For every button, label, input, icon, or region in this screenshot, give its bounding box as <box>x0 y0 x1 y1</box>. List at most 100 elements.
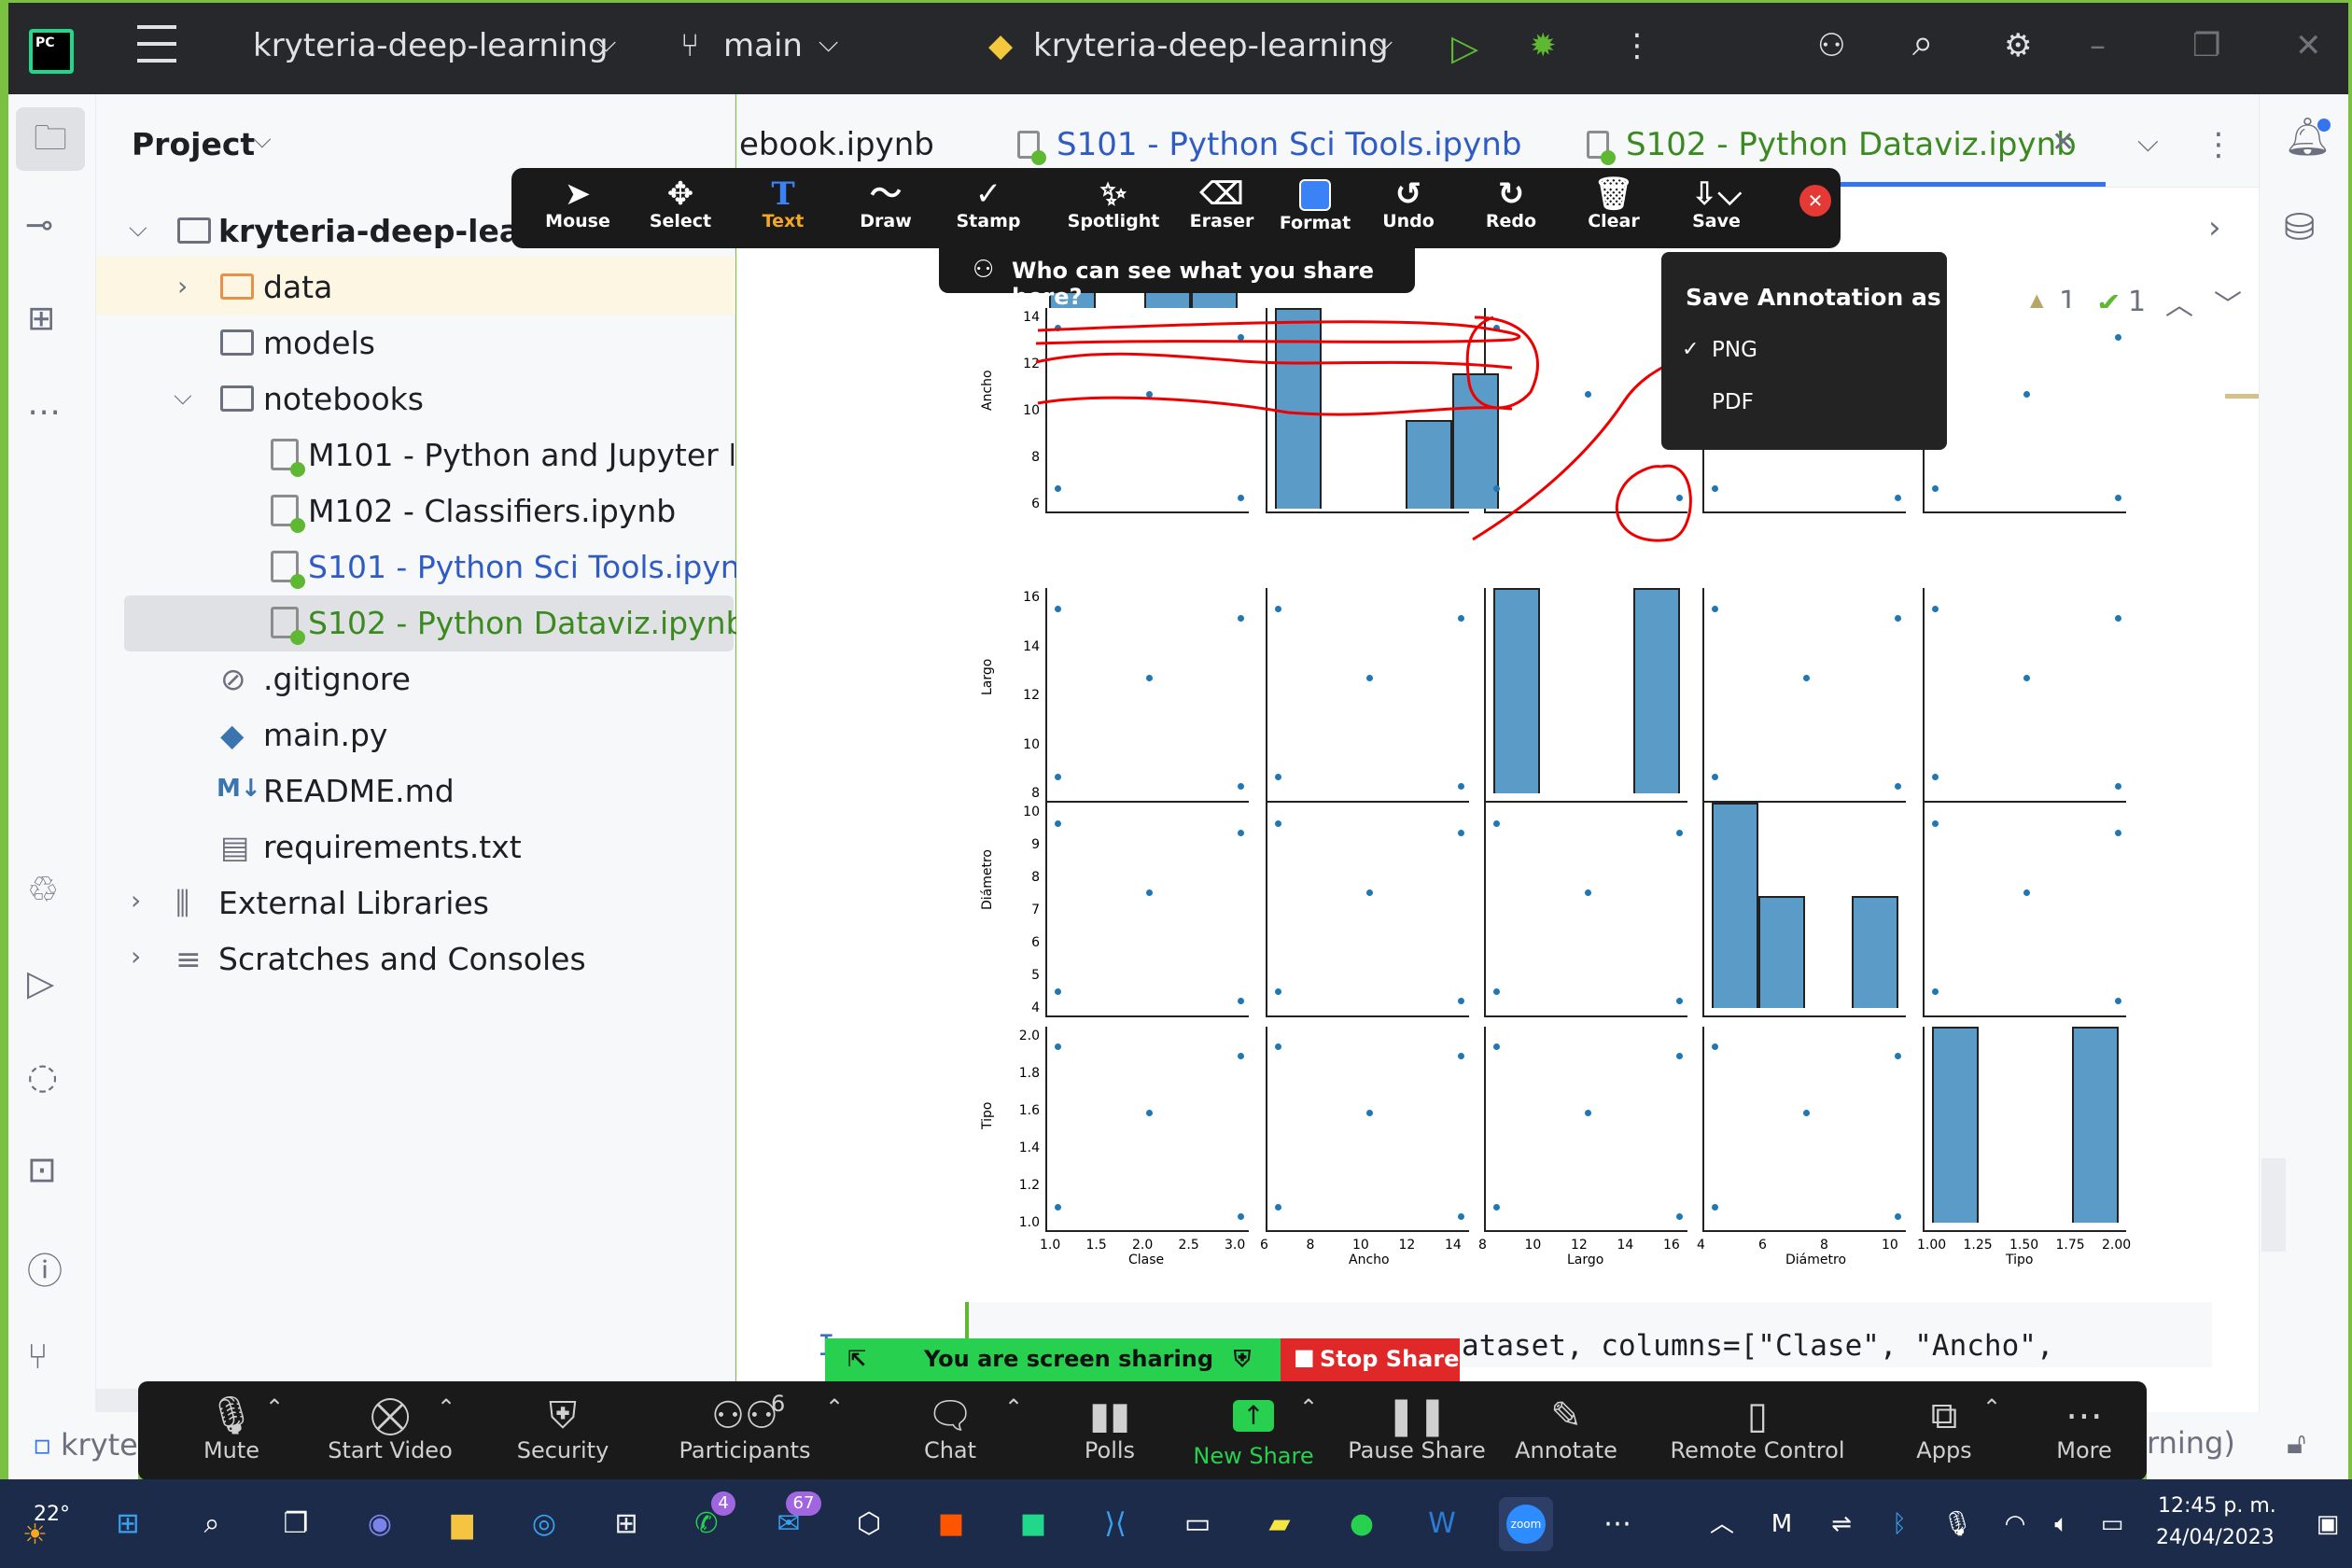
tree-item-gitignore[interactable]: .gitignore <box>263 661 411 697</box>
terminal-taskbar-icon[interactable]: ▭ <box>1170 1497 1225 1551</box>
code-text[interactable]: ataset, columns=["Clase", "Ancho", <box>1462 1329 2054 1363</box>
tool-draw[interactable]: 〜 Draw <box>844 177 928 231</box>
problems-icon[interactable]: ⓘ <box>27 1242 63 1294</box>
pause-share-button[interactable]: ❚❚ Pause Share <box>1342 1394 1491 1463</box>
sticky-notes-icon[interactable]: ▰ <box>1253 1497 1307 1551</box>
chat-button[interactable]: 🗨︎ Chat <box>885 1394 1015 1463</box>
tree-item-external-libraries[interactable]: External Libraries <box>218 885 489 921</box>
chevron-up-icon[interactable]: ⌃ <box>265 1394 284 1421</box>
apps-button[interactable]: ⧉ Apps <box>1893 1394 1995 1463</box>
chevron-up-icon[interactable]: ⌃ <box>437 1394 455 1421</box>
tool-clear[interactable]: 🗑︎ Clear <box>1572 177 1656 231</box>
tray-settings-icon[interactable]: ⇌ <box>1814 1497 1869 1551</box>
tab-s102[interactable]: S102 - Python Dataviz.ipynb <box>1626 126 2077 163</box>
word-icon[interactable]: W <box>1415 1497 1469 1551</box>
tool-eraser[interactable]: ⌫ Eraser <box>1180 177 1264 231</box>
database-icon[interactable]: ⛁ <box>2284 206 2316 249</box>
tree-item-s102[interactable]: S102 - Python Dataviz.ipynb <box>308 605 746 641</box>
project-panel-title[interactable]: Project <box>132 126 255 162</box>
minimize-icon[interactable]: – <box>2090 27 2106 64</box>
structure-tool-icon[interactable]: ⊞ <box>27 300 55 338</box>
tree-item-readme[interactable]: README.md <box>263 773 455 809</box>
chevron-down-icon[interactable]: ﹀ <box>2214 282 2242 323</box>
pycharm-taskbar-icon[interactable]: ■ <box>1006 1497 1060 1551</box>
editor-scrollbar[interactable] <box>2261 1158 2286 1252</box>
tool-redo[interactable]: ↻ Redo <box>1469 177 1553 231</box>
tree-item-data[interactable]: data <box>263 269 332 305</box>
chevron-right-icon[interactable]: › <box>177 271 188 301</box>
tree-item-scratches[interactable]: Scratches and Consoles <box>218 941 586 977</box>
chevron-up-icon[interactable]: ⌃ <box>825 1394 844 1421</box>
run-icon[interactable]: ▷ <box>1451 27 1478 68</box>
chevron-right-icon[interactable]: › <box>131 885 141 916</box>
file-explorer-icon[interactable]: ▆ <box>435 1497 489 1551</box>
services-icon[interactable]: ▷ <box>27 962 54 1003</box>
more-button[interactable]: ⋯ More <box>2033 1394 2135 1463</box>
tool-save[interactable]: ⇩⌵ Save <box>1674 177 1758 231</box>
tool-text[interactable]: T Text <box>741 177 825 231</box>
more-actions-icon[interactable]: ⋮ <box>1621 27 1653 64</box>
save-option-pdf[interactable]: PDF <box>1712 390 1754 414</box>
pin-icon[interactable]: ⇱ <box>847 1346 866 1372</box>
chevron-down-icon[interactable]: ⌵ <box>2137 126 2159 159</box>
tree-item-m101[interactable]: M101 - Python and Jupyter Nc <box>308 437 734 473</box>
project-selector[interactable]: kryteria-deep-learning <box>253 27 609 64</box>
tool-format[interactable]: Format <box>1273 177 1357 233</box>
notification-center-icon[interactable]: ▣ <box>2309 1497 2346 1551</box>
tab-notebook[interactable]: ebook.ipynb <box>739 126 934 163</box>
virtualbox-icon[interactable]: ⬡ <box>842 1497 896 1551</box>
edge-icon[interactable]: ◎ <box>517 1497 571 1551</box>
jupyter-icon[interactable]: ◌ <box>27 1056 58 1097</box>
tab-s101[interactable]: S101 - Python Sci Tools.ipynb <box>1057 126 1521 163</box>
tool-stamp[interactable]: ✓ Stamp <box>946 177 1030 231</box>
bluetooth-icon[interactable]: ᛒ <box>1872 1497 1926 1551</box>
vscode-icon[interactable]: ⟩⟨ <box>1088 1497 1142 1551</box>
who-can-see-banner[interactable]: ⚇ Who can see what you share here? <box>939 248 1415 310</box>
save-option-png[interactable]: PNG <box>1712 338 1757 362</box>
main-menu-icon[interactable] <box>137 25 176 63</box>
chevron-right-icon[interactable]: › <box>2208 209 2221 246</box>
zoom-taskbar-icon[interactable]: zoom <box>1499 1497 1553 1551</box>
pycharm-logo-icon[interactable]: PC <box>29 29 74 74</box>
tool-undo[interactable]: ↺ Undo <box>1366 177 1450 231</box>
settings-icon[interactable]: ⚙ <box>2004 27 2032 64</box>
project-tool-icon[interactable]: 🗀 <box>16 107 85 171</box>
close-icon[interactable]: ✕ <box>2295 27 2322 64</box>
intellij-icon[interactable]: ■ <box>924 1497 978 1551</box>
chevron-up-icon[interactable]: ⌃ <box>1982 1394 2001 1421</box>
tree-root[interactable]: kryteria-deep-learn <box>218 213 557 249</box>
tree-item-main-py[interactable]: main.py <box>263 717 387 753</box>
tree-item-m102[interactable]: M102 - Classifiers.ipynb <box>308 493 676 529</box>
clock-date[interactable]: 24/04/2023 <box>2156 1526 2275 1549</box>
chevron-up-icon[interactable]: ⌃ <box>1299 1394 1318 1421</box>
close-tab-icon[interactable]: ✕ <box>2051 126 2075 159</box>
more-tabs-icon[interactable]: ⋮ <box>2203 126 2234 163</box>
chevron-down-icon[interactable]: ⌵ <box>253 126 272 155</box>
store-icon[interactable]: ⊞ <box>599 1497 653 1551</box>
tree-item-models[interactable]: models <box>263 325 375 361</box>
restore-icon[interactable]: ❐ <box>2192 27 2220 64</box>
stop-share-button[interactable]: ■ Stop Share <box>1281 1338 1460 1381</box>
terminal-icon[interactable]: ⊡ <box>27 1149 57 1190</box>
start-icon[interactable]: ⊞ <box>101 1497 155 1551</box>
tool-select[interactable]: ✥ Select <box>638 177 722 231</box>
volume-icon[interactable]: 🔈︎ <box>2035 1497 2089 1551</box>
branch-selector[interactable]: main <box>723 27 803 64</box>
tray-app-icon[interactable]: M <box>1755 1497 1809 1551</box>
tool-mouse[interactable]: ➤ Mouse <box>536 177 620 231</box>
spotify-icon[interactable]: ● <box>1335 1497 1389 1551</box>
interpreter-status[interactable]: rning) <box>2147 1425 2235 1461</box>
teams-chat-icon[interactable]: ◉ <box>353 1497 407 1551</box>
status-breadcrumb[interactable]: kryte <box>61 1427 138 1463</box>
annotate-button[interactable]: ✎ Annotate <box>1501 1394 1631 1463</box>
run-config-selector[interactable]: kryteria-deep-learning <box>1033 27 1389 64</box>
chevron-down-icon[interactable]: ⌵ <box>129 215 147 244</box>
chevron-up-icon[interactable]: ⌃ <box>1004 1394 1023 1421</box>
commit-tool-icon[interactable]: ⊸ <box>25 206 53 245</box>
lock-icon[interactable]: 🔓︎ <box>2287 1425 2306 1462</box>
task-view-icon[interactable]: ❐ <box>269 1497 323 1551</box>
more-tools-icon[interactable]: ⋯ <box>27 393 61 431</box>
battery-icon[interactable]: ▭ <box>2085 1497 2139 1551</box>
mic-tray-icon[interactable]: 🎙︎ <box>1930 1497 1984 1551</box>
participants-button[interactable]: ⚇⚇ Participants <box>670 1394 819 1463</box>
